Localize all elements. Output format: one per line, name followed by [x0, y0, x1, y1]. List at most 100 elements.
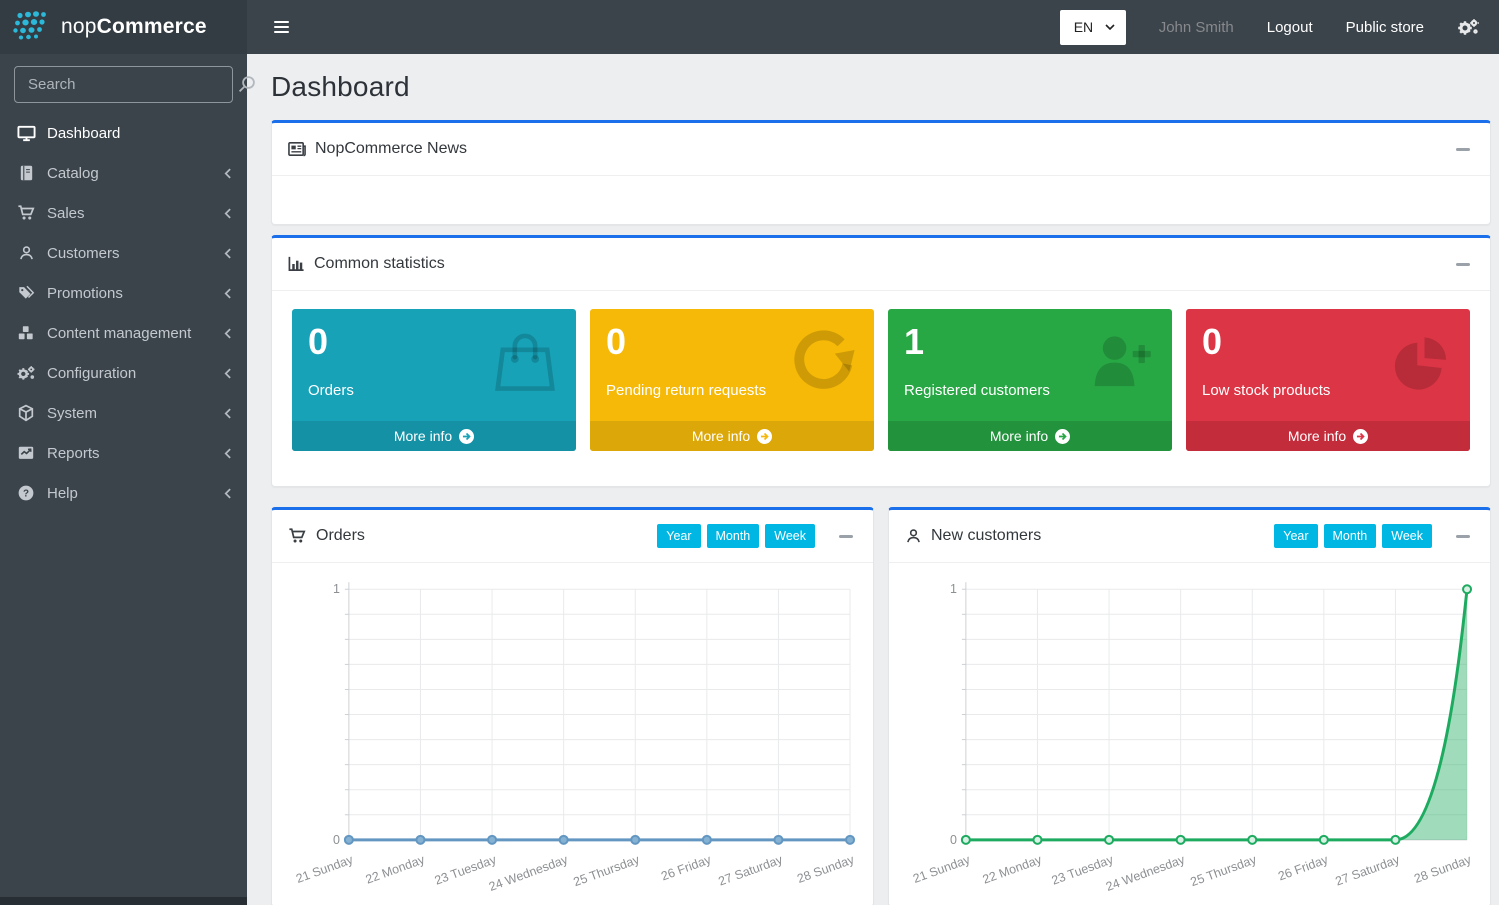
new-customers-chart-body: 1021 Sunday22 Monday23 Tuesday24 Wednesd…: [889, 563, 1490, 903]
statistics-body: 0 Orders More info 0 Pending return: [272, 291, 1490, 486]
more-info-label: More info: [1288, 428, 1346, 444]
app-window: nopCommerce EN John Smith Logout Public …: [0, 0, 1499, 905]
svg-text:0: 0: [950, 833, 957, 847]
new-customers-area-chart: 1021 Sunday22 Monday23 Tuesday24 Wednesd…: [889, 563, 1490, 903]
sidebar-item-dashboard[interactable]: Dashboard: [0, 113, 247, 153]
language-value: EN: [1074, 19, 1093, 35]
user-plus-icon: [1082, 325, 1158, 393]
svg-text:0: 0: [333, 833, 340, 847]
chevron-left-icon: [224, 368, 231, 379]
svg-text:1: 1: [950, 582, 957, 596]
svg-text:28 Sunday: 28 Sunday: [795, 852, 857, 886]
search-input[interactable]: [15, 76, 233, 93]
svg-text:26 Friday: 26 Friday: [1276, 852, 1330, 883]
sidebar-item-label: Catalog: [47, 165, 99, 182]
user-name: John Smith: [1159, 19, 1234, 36]
refresh-icon: [788, 325, 860, 393]
chevron-left-icon: [224, 248, 231, 259]
public-store-link[interactable]: Public store: [1346, 19, 1424, 36]
svg-text:26 Friday: 26 Friday: [659, 852, 713, 883]
stat-box-orders: 0 Orders More info: [292, 309, 576, 451]
user-icon: [15, 244, 37, 262]
week-button[interactable]: Week: [765, 524, 815, 548]
sidebar-item-configuration[interactable]: Configuration: [0, 353, 247, 393]
page-title: Dashboard: [271, 71, 1491, 103]
sidebar-item-label: Promotions: [47, 285, 123, 302]
chevron-left-icon: [224, 168, 231, 179]
orders-chart-controls: Year Month Week: [657, 524, 857, 548]
chevron-left-icon: [224, 328, 231, 339]
collapse-minus-icon[interactable]: [835, 525, 857, 547]
settings-gears-icon[interactable]: [1457, 17, 1479, 37]
bar-chart-icon: [288, 256, 305, 272]
common-statistics-panel: Common statistics 0 Orders More info: [271, 235, 1491, 487]
news-panel-header: NopCommerce News: [272, 123, 1490, 176]
svg-text:?: ?: [23, 489, 29, 500]
sidebar-item-help[interactable]: ? Help: [0, 473, 247, 513]
shopping-bag-icon: [488, 325, 562, 393]
search-icon: [237, 75, 256, 94]
more-info-link[interactable]: More info: [292, 421, 576, 451]
sidebar: Dashboard Catalog Sales Customers Promot…: [0, 54, 247, 905]
gears-icon: [15, 364, 37, 382]
svg-text:27 Saturday: 27 Saturday: [1333, 852, 1402, 888]
arrow-circle-right-icon: [1353, 429, 1368, 444]
search-button[interactable]: [233, 75, 267, 94]
stat-box-pending-returns: 0 Pending return requests More info: [590, 309, 874, 451]
sidebar-footer-strip: [0, 897, 247, 905]
pie-chart-icon: [1384, 325, 1456, 393]
more-info-link[interactable]: More info: [1186, 421, 1470, 451]
sidebar-item-promotions[interactable]: Promotions: [0, 273, 247, 313]
book-icon: [15, 164, 37, 182]
arrow-circle-right-icon: [757, 429, 772, 444]
sidebar-toggle-icon[interactable]: [270, 15, 293, 39]
sidebar-item-system[interactable]: System: [0, 393, 247, 433]
svg-text:21 Sunday: 21 Sunday: [294, 852, 356, 886]
orders-chart-title: Orders: [316, 527, 365, 545]
collapse-minus-icon[interactable]: [1452, 253, 1474, 275]
sidebar-item-label: Help: [47, 485, 78, 502]
shopping-cart-icon: [15, 204, 37, 222]
new-customers-chart-controls: Year Month Week: [1274, 524, 1474, 548]
news-panel: NopCommerce News: [271, 120, 1491, 225]
tags-icon: [15, 284, 37, 302]
topbar: nopCommerce EN John Smith Logout Public …: [0, 0, 1499, 54]
more-info-link[interactable]: More info: [590, 421, 874, 451]
language-select[interactable]: EN: [1060, 10, 1126, 45]
month-button[interactable]: Month: [707, 524, 760, 548]
logout-link[interactable]: Logout: [1267, 19, 1313, 36]
statistics-panel-header: Common statistics: [272, 238, 1490, 291]
sidebar-item-label: Configuration: [47, 365, 136, 382]
sidebar-item-content-management[interactable]: Content management: [0, 313, 247, 353]
news-panel-title: NopCommerce News: [315, 140, 467, 158]
svg-text:22 Monday: 22 Monday: [981, 852, 1044, 887]
orders-chart-header: Orders Year Month Week: [272, 510, 873, 563]
chart-line-icon: [15, 444, 37, 462]
sidebar-item-label: Dashboard: [47, 125, 120, 142]
shopping-cart-icon: [288, 527, 307, 545]
more-info-link[interactable]: More info: [888, 421, 1172, 451]
sidebar-nav: Dashboard Catalog Sales Customers Promot…: [0, 113, 247, 513]
cube-icon: [15, 404, 37, 422]
sidebar-item-reports[interactable]: Reports: [0, 433, 247, 473]
svg-text:25 Thursday: 25 Thursday: [1189, 852, 1259, 889]
week-button[interactable]: Week: [1382, 524, 1432, 548]
chevron-left-icon: [224, 208, 231, 219]
topbar-right: EN John Smith Logout Public store: [1060, 10, 1479, 45]
sidebar-item-catalog[interactable]: Catalog: [0, 153, 247, 193]
sidebar-item-sales[interactable]: Sales: [0, 193, 247, 233]
year-button[interactable]: Year: [1274, 524, 1317, 548]
sidebar-item-label: Reports: [47, 445, 100, 462]
svg-text:24 Wednesday: 24 Wednesday: [487, 852, 570, 894]
brand-logo: nopCommerce: [0, 0, 247, 54]
year-button[interactable]: Year: [657, 524, 700, 548]
sidebar-item-label: Customers: [47, 245, 120, 262]
newspaper-icon: [288, 141, 306, 157]
sidebar-item-customers[interactable]: Customers: [0, 233, 247, 273]
user-icon: [905, 527, 922, 545]
arrow-circle-right-icon: [1055, 429, 1070, 444]
month-button[interactable]: Month: [1324, 524, 1377, 548]
collapse-minus-icon[interactable]: [1452, 138, 1474, 160]
brand-name: nopCommerce: [61, 15, 207, 39]
collapse-minus-icon[interactable]: [1452, 525, 1474, 547]
